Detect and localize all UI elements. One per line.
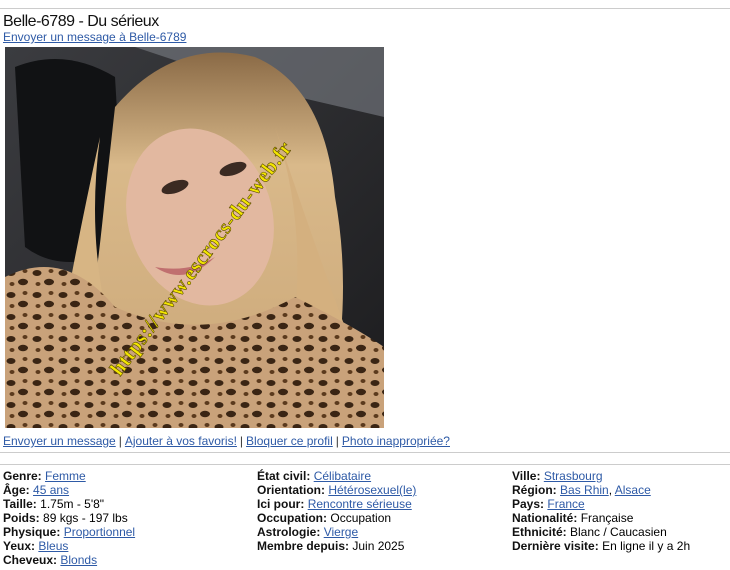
detail-row-purpose: Ici pour: Rencontre sérieuse xyxy=(257,497,502,511)
detail-row-last-visit: Dernière visite: En ligne il y a 2h xyxy=(512,539,727,553)
detail-row-weight: Poids: 89 kgs - 197 lbs xyxy=(3,511,243,525)
detail-label: Membre depuis: xyxy=(257,539,350,553)
send-message-action[interactable]: Envoyer un message xyxy=(3,434,116,448)
astrology-link[interactable]: Vierge xyxy=(324,525,358,539)
top-divider xyxy=(0,8,730,9)
detail-label: Ici pour: xyxy=(257,497,305,511)
occupation-value: Occupation xyxy=(330,511,392,525)
physique-link[interactable]: Proportionnel xyxy=(64,525,135,539)
detail-row-city: Ville: Strasbourg xyxy=(512,469,727,483)
detail-row-orientation: Orientation: Hétérosexuel(le) xyxy=(257,483,502,497)
detail-label: État civil: xyxy=(257,469,311,483)
detail-row-ethnicity: Ethnicité: Blanc / Caucasien xyxy=(512,525,727,539)
detail-row-astrology: Astrologie: Vierge xyxy=(257,525,502,539)
country-link[interactable]: France xyxy=(547,497,584,511)
detail-row-physique: Physique: Proportionnel xyxy=(3,525,243,539)
detail-row-height: Taille: 1.75m - 5'8" xyxy=(3,497,243,511)
profile-actions: Envoyer un message | Ajouter à vos favoris… xyxy=(3,434,450,448)
ethnicity-value: Blanc / Caucasien xyxy=(570,525,667,539)
details-divider xyxy=(0,464,730,465)
eyes-link[interactable]: Bleus xyxy=(38,539,68,553)
profile-photo[interactable]: https://www.escrocs-du-web.fr xyxy=(5,47,384,428)
detail-label: Cheveux: xyxy=(3,553,58,567)
hair-link[interactable]: Blonds xyxy=(60,553,97,567)
separator: | xyxy=(118,434,122,448)
detail-row-hair: Cheveux: Blonds xyxy=(3,553,243,567)
detail-label: Ville: xyxy=(512,469,541,483)
detail-label: Physique: xyxy=(3,525,61,539)
orientation-link[interactable]: Hétérosexuel(le) xyxy=(328,483,416,497)
city-link[interactable]: Strasbourg xyxy=(544,469,603,483)
detail-label: Occupation: xyxy=(257,511,328,525)
report-photo-action[interactable]: Photo inappropriée? xyxy=(342,434,450,448)
detail-row-member-since: Membre depuis: Juin 2025 xyxy=(257,539,502,553)
details-column-3: Ville: Strasbourg Région: Bas Rhin, Alsa… xyxy=(512,469,727,553)
detail-label: Yeux: xyxy=(3,539,36,553)
add-favorite-action[interactable]: Ajouter à vos favoris! xyxy=(125,434,237,448)
member-since-value: Juin 2025 xyxy=(352,539,405,553)
marital-link[interactable]: Célibataire xyxy=(314,469,371,483)
send-message-link[interactable]: Envoyer un message à Belle-6789 xyxy=(3,30,186,44)
detail-row-age: Âge: 45 ans xyxy=(3,483,243,497)
detail-label: Astrologie: xyxy=(257,525,321,539)
detail-row-marital: État civil: Célibataire xyxy=(257,469,502,483)
detail-label: Âge: xyxy=(3,483,30,497)
weight-value: 89 kgs - 197 lbs xyxy=(43,511,128,525)
region-link[interactable]: Bas Rhin xyxy=(560,483,609,497)
detail-label: Poids: xyxy=(3,511,40,525)
detail-label: Nationalité: xyxy=(512,511,578,525)
last-visit-value: En ligne il y a 2h xyxy=(602,539,691,553)
details-column-1: Genre: Femme Âge: 45 ans Taille: 1.75m -… xyxy=(3,469,243,567)
age-link[interactable]: 45 ans xyxy=(33,483,69,497)
block-profile-action[interactable]: Bloquer ce profil xyxy=(246,434,333,448)
detail-row-eyes: Yeux: Bleus xyxy=(3,539,243,553)
detail-label: Pays: xyxy=(512,497,545,511)
height-value: 1.75m - 5'8" xyxy=(40,497,105,511)
detail-row-occupation: Occupation: Occupation xyxy=(257,511,502,525)
detail-row-country: Pays: France xyxy=(512,497,727,511)
detail-row-gender: Genre: Femme xyxy=(3,469,243,483)
detail-label: Région: xyxy=(512,483,557,497)
detail-label: Taille: xyxy=(3,497,37,511)
separator: | xyxy=(335,434,339,448)
profile-photo-image: https://www.escrocs-du-web.fr xyxy=(5,47,384,428)
details-column-2: État civil: Célibataire Orientation: Hét… xyxy=(257,469,502,553)
region-secondary-link[interactable]: Alsace xyxy=(615,483,651,497)
detail-label: Genre: xyxy=(3,469,42,483)
detail-row-region: Région: Bas Rhin, Alsace xyxy=(512,483,651,497)
detail-label: Ethnicité: xyxy=(512,525,567,539)
separator: | xyxy=(239,434,244,448)
mid-divider xyxy=(0,452,730,453)
detail-label: Orientation: xyxy=(257,483,325,497)
profile-title: Belle-6789 - Du sérieux xyxy=(3,13,159,30)
nationality-value: Française xyxy=(580,511,634,525)
purpose-link[interactable]: Rencontre sérieuse xyxy=(308,497,412,511)
gender-link[interactable]: Femme xyxy=(45,469,86,483)
detail-row-nationality: Nationalité: Française xyxy=(512,511,727,525)
detail-label: Dernière visite: xyxy=(512,539,599,553)
